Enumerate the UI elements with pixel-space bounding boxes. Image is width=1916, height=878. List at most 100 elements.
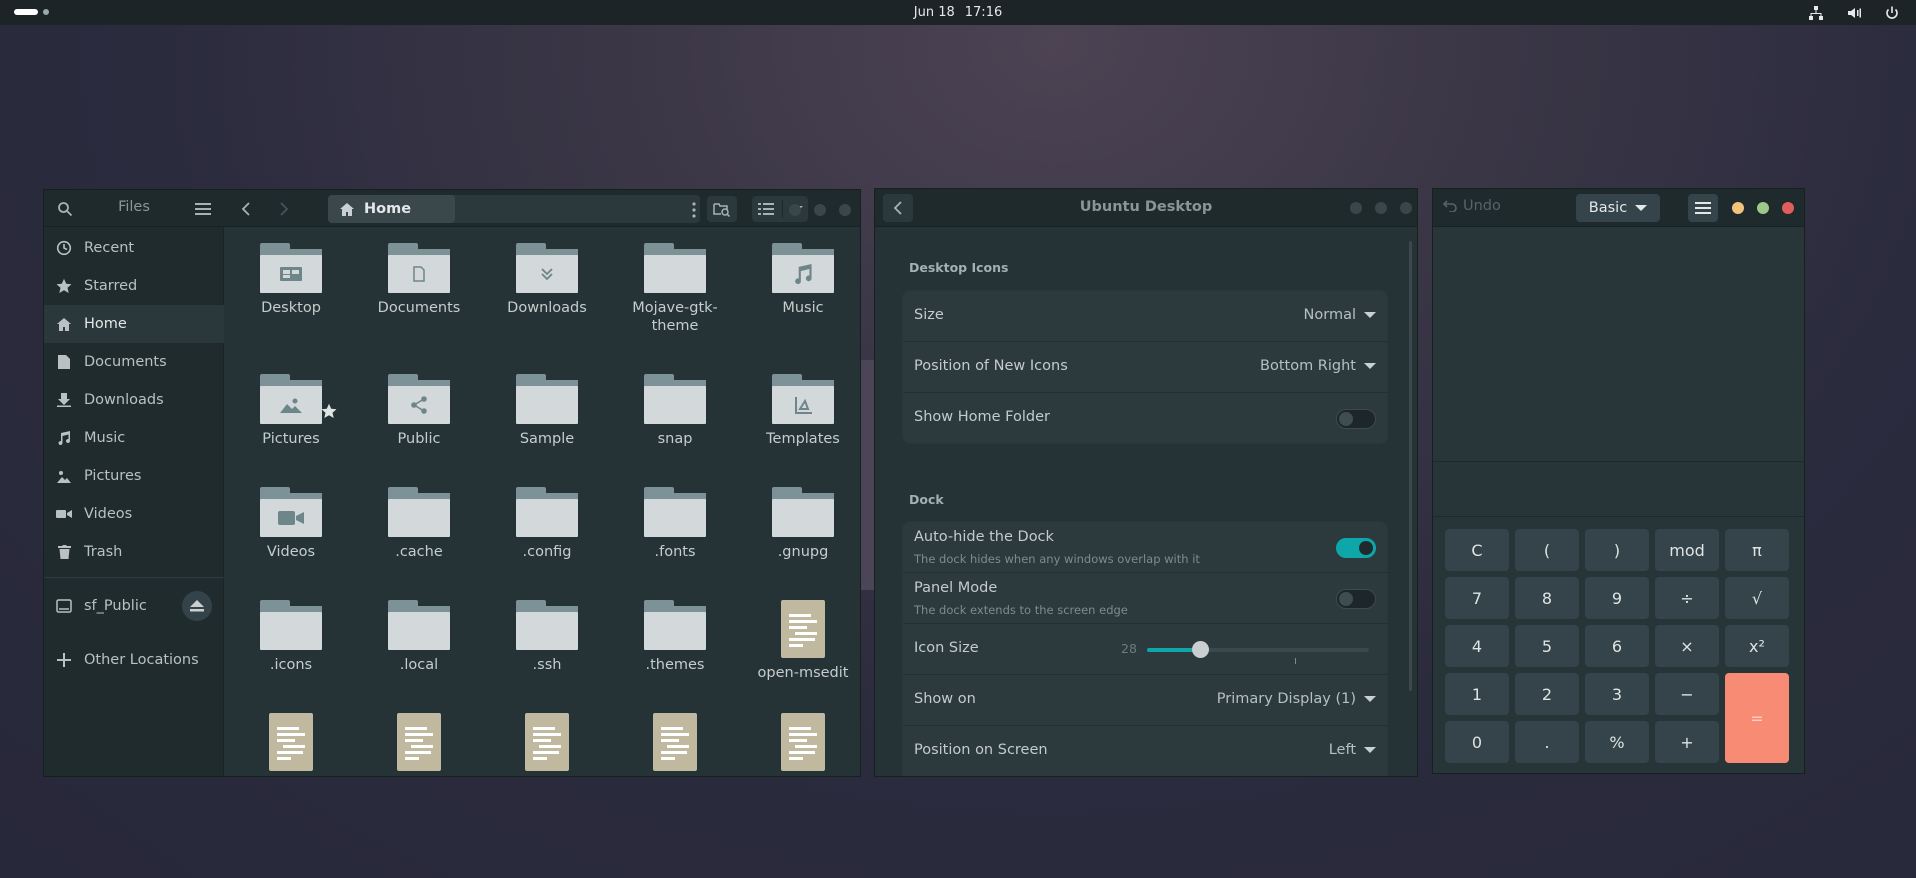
show-home-toggle[interactable] <box>1336 409 1376 429</box>
folder-item[interactable]: Music <box>743 243 860 317</box>
sidebar-item-trash[interactable]: Trash <box>44 533 224 571</box>
maximize-button[interactable] <box>1375 202 1387 214</box>
folder-item[interactable]: Mojave-gtk-theme <box>615 243 735 335</box>
sidebar-item-videos[interactable]: Videos <box>44 495 224 533</box>
sidebar-item-sf-public[interactable]: sf_Public <box>44 587 224 625</box>
show-on-dropdown[interactable]: Primary Display (1) <box>1217 691 1376 707</box>
close-button[interactable] <box>839 204 851 216</box>
file-item[interactable] <box>359 713 479 776</box>
path-menu-icon[interactable] <box>692 202 696 222</box>
file-item[interactable] <box>231 713 351 776</box>
position-on-screen-row[interactable]: Position on Screen Left <box>903 726 1389 776</box>
sidebar-item-recent[interactable]: Recent <box>44 229 224 267</box>
folder-item[interactable]: Sample <box>487 374 607 448</box>
folder-item[interactable]: .icons <box>231 600 351 674</box>
eject-button[interactable] <box>182 591 212 621</box>
calc-key[interactable]: 1 <box>1445 673 1509 715</box>
minimize-button[interactable] <box>1732 202 1744 214</box>
undo-button[interactable]: Undo <box>1443 198 1501 214</box>
position-row[interactable]: Position of New Icons Bottom Right <box>903 342 1389 393</box>
sidebar-menu-button[interactable] <box>188 196 218 222</box>
scrollbar[interactable] <box>1409 241 1412 691</box>
panel-mode-row[interactable]: Panel Mode The dock extends to the scree… <box>903 573 1389 624</box>
folder-item[interactable]: snap <box>615 374 735 448</box>
folder-item[interactable]: .fonts <box>615 487 735 561</box>
folder-item[interactable]: Templates <box>743 374 860 448</box>
folder-item[interactable]: Desktop <box>231 243 351 317</box>
back-button[interactable] <box>231 196 261 222</box>
calc-key[interactable]: 3 <box>1585 673 1649 715</box>
activities-indicator[interactable] <box>14 9 49 15</box>
folder-item[interactable]: .local <box>359 600 479 674</box>
search-button[interactable] <box>52 196 78 222</box>
icon-size-slider[interactable] <box>1147 641 1369 664</box>
calc-key[interactable]: ÷ <box>1655 577 1719 619</box>
file-item[interactable] <box>487 713 607 776</box>
minimize-button[interactable] <box>1350 202 1362 214</box>
calc-key[interactable]: x² <box>1725 625 1789 667</box>
show-home-row[interactable]: Show Home Folder <box>903 393 1389 444</box>
system-tray[interactable] <box>1806 3 1902 23</box>
size-dropdown[interactable]: Normal <box>1304 307 1376 323</box>
position-dropdown[interactable]: Bottom Right <box>1260 358 1376 374</box>
file-item[interactable] <box>743 713 860 776</box>
size-row[interactable]: Size Normal <box>903 291 1389 342</box>
sidebar-item-downloads[interactable]: Downloads <box>44 381 224 419</box>
calc-key[interactable]: ) <box>1585 529 1649 571</box>
calc-key[interactable]: 9 <box>1585 577 1649 619</box>
folder-item[interactable]: .config <box>487 487 607 561</box>
close-button[interactable] <box>1782 202 1794 214</box>
calc-key[interactable]: 7 <box>1445 577 1509 619</box>
calc-key[interactable]: + <box>1655 721 1719 763</box>
sidebar-item-music[interactable]: Music <box>44 419 224 457</box>
mode-dropdown[interactable]: Basic <box>1576 194 1660 222</box>
calc-key[interactable]: % <box>1585 721 1649 763</box>
folder-item[interactable]: Videos <box>231 487 351 561</box>
calc-key[interactable]: . <box>1515 721 1579 763</box>
calc-key[interactable]: 5 <box>1515 625 1579 667</box>
sidebar-item-starred[interactable]: Starred <box>44 267 224 305</box>
path-home-button[interactable]: Home <box>328 195 455 223</box>
forward-button[interactable] <box>269 196 299 222</box>
calculator-input[interactable] <box>1433 462 1804 517</box>
minimize-button[interactable] <box>789 204 801 216</box>
folder-item[interactable]: .themes <box>615 600 735 674</box>
open-location-button[interactable] <box>707 196 737 222</box>
folder-item[interactable]: Public <box>359 374 479 448</box>
folder-item[interactable]: Downloads <box>487 243 607 317</box>
autohide-row[interactable]: Auto-hide the Dock The dock hides when a… <box>903 522 1389 573</box>
folder-item[interactable]: Documents <box>359 243 479 317</box>
sidebar-item-other-locations[interactable]: Other Locations <box>44 641 224 679</box>
maximize-button[interactable] <box>1757 202 1769 214</box>
calc-key[interactable]: 0 <box>1445 721 1509 763</box>
maximize-button[interactable] <box>814 204 826 216</box>
calc-key[interactable]: = <box>1725 673 1789 763</box>
show-on-row[interactable]: Show on Primary Display (1) <box>903 675 1389 726</box>
sidebar-item-documents[interactable]: Documents <box>44 343 224 381</box>
calc-key[interactable]: − <box>1655 673 1719 715</box>
calc-key[interactable]: π <box>1725 529 1789 571</box>
folder-item[interactable]: .gnupg <box>743 487 860 561</box>
file-item[interactable] <box>615 713 735 776</box>
calc-key[interactable]: 2 <box>1515 673 1579 715</box>
slider-handle[interactable] <box>1192 641 1209 658</box>
calc-key[interactable]: mod <box>1655 529 1719 571</box>
path-bar[interactable]: Home <box>328 195 700 223</box>
sidebar-item-pictures[interactable]: Pictures <box>44 457 224 495</box>
position-on-screen-dropdown[interactable]: Left <box>1329 742 1376 758</box>
panel-mode-toggle[interactable] <box>1336 589 1376 609</box>
calc-key[interactable]: 4 <box>1445 625 1509 667</box>
main-menu-button[interactable] <box>1688 194 1718 222</box>
calc-key[interactable]: × <box>1655 625 1719 667</box>
calc-key[interactable]: C <box>1445 529 1509 571</box>
sidebar-item-home[interactable]: Home <box>44 305 224 343</box>
folder-item[interactable]: .ssh <box>487 600 607 674</box>
clock[interactable]: Jun 18 17:16 <box>914 5 1002 20</box>
autohide-toggle[interactable] <box>1336 538 1376 558</box>
close-button[interactable] <box>1400 202 1412 214</box>
calc-key[interactable]: 6 <box>1585 625 1649 667</box>
file-item[interactable]: open-msedit <box>743 600 860 682</box>
calc-key[interactable]: 8 <box>1515 577 1579 619</box>
folder-item[interactable]: .cache <box>359 487 479 561</box>
calc-key[interactable]: √ <box>1725 577 1789 619</box>
